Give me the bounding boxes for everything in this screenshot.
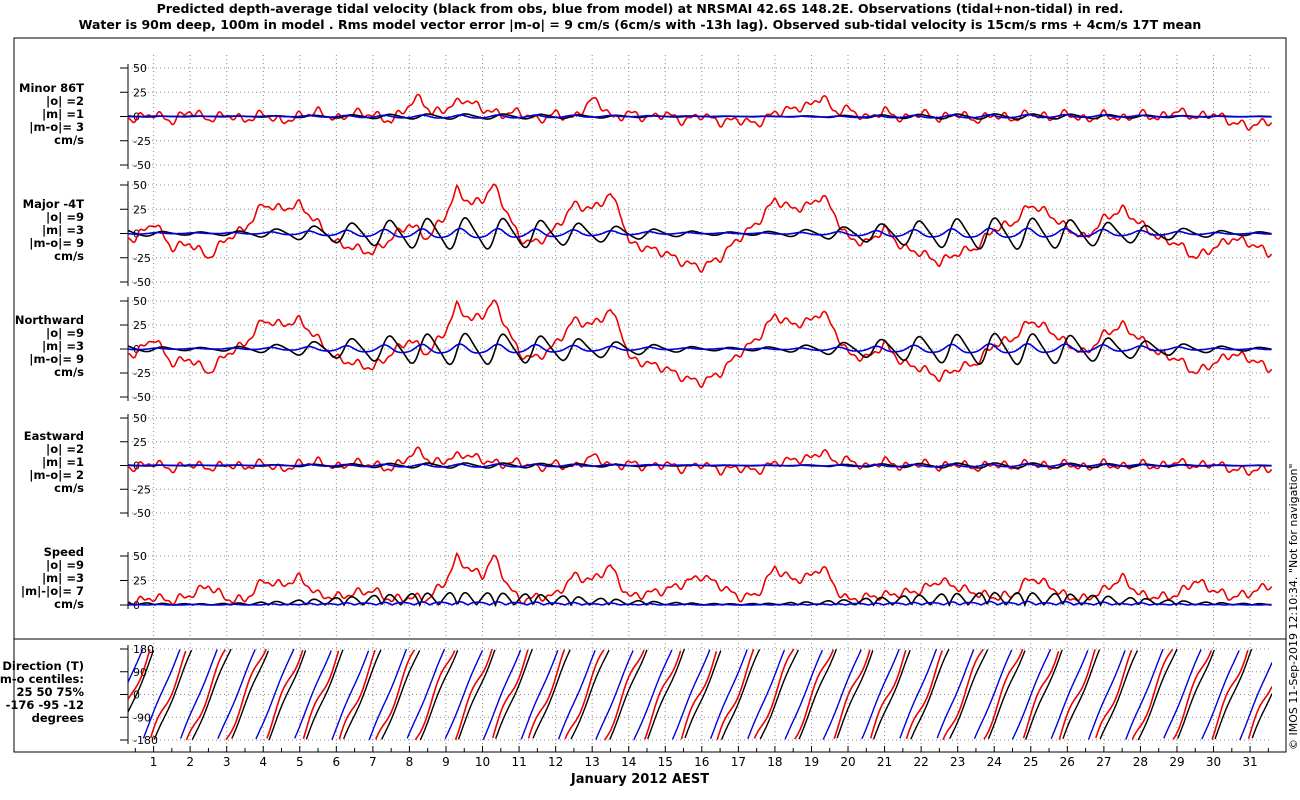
- x-tick-label-21: 21: [877, 755, 892, 769]
- eastward-y-tick-label-25: 25: [133, 436, 147, 449]
- x-tick-label-20: 20: [840, 755, 855, 769]
- minor-label-line-4: cm/s: [54, 133, 84, 147]
- speed-y-tick-label-50: 50: [133, 550, 147, 563]
- x-tick-label-11: 11: [511, 755, 526, 769]
- direction-label-line-2: 25 50 75%: [16, 685, 84, 699]
- x-tick-label-12: 12: [548, 755, 563, 769]
- northward-y-tick-label--25: -25: [133, 367, 151, 380]
- speed-label-line-4: cm/s: [54, 597, 84, 611]
- eastward-label-line-0: Eastward: [24, 429, 84, 443]
- major-y-tick-label--50: -50: [133, 276, 151, 289]
- speed-label-line-2: |m| =3: [42, 571, 84, 585]
- x-tick-label-6: 6: [333, 755, 341, 769]
- speed-label-line-0: Speed: [44, 545, 84, 559]
- major-label-line-2: |m| =3: [42, 223, 84, 237]
- x-tick-label-13: 13: [585, 755, 600, 769]
- panel-direction: 180900-90-180Direction (T)m-o centiles:2…: [0, 643, 1272, 747]
- major-label-line-0: Major -4T: [23, 197, 84, 211]
- x-tick-label-18: 18: [767, 755, 782, 769]
- x-tick-label-19: 19: [804, 755, 819, 769]
- major-observed-line: [127, 183, 1273, 274]
- x-tick-label-15: 15: [658, 755, 673, 769]
- speed-label-line-1: |o| =9: [46, 558, 84, 572]
- plot-frame: [13, 37, 1287, 753]
- x-tick-label-8: 8: [406, 755, 414, 769]
- major-y-tick-label--25: -25: [133, 252, 151, 265]
- title-line-1: Predicted depth-average tidal velocity (…: [157, 1, 1124, 16]
- x-tick-label-27: 27: [1096, 755, 1111, 769]
- eastward-y-tick-label--25: -25: [133, 483, 151, 496]
- panel-eastward: 50250-25-50Eastward|o| =2|m| =1|m-o|= 2c…: [24, 412, 1273, 520]
- x-axis-label: January 2012 AEST: [570, 772, 709, 787]
- speed-y-tick-label-25: 25: [133, 575, 147, 588]
- panel-speed: 50250Speed|o| =9|m| =3|m|-|o|= 7cm/s: [21, 545, 1273, 612]
- direction-label-line-0: Direction (T): [2, 659, 84, 673]
- minor-label-line-2: |m| =1: [42, 107, 84, 121]
- panels: 50250-25-50Minor 86T|o| =2|m| =1|m-o|= 3…: [0, 62, 1273, 747]
- eastward-label-line-3: |m-o|= 2: [29, 468, 84, 482]
- direction-label-line-4: degrees: [32, 711, 85, 725]
- x-tick-label-23: 23: [950, 755, 965, 769]
- direction-y-tick-label-180: 180: [133, 643, 154, 656]
- x-tick-label-16: 16: [694, 755, 709, 769]
- x-tick-label-14: 14: [621, 755, 636, 769]
- panel-major: 50250-25-50Major -4T|o| =9|m| =3|m-o|= 9…: [23, 179, 1273, 289]
- eastward-y-tick-label--50: -50: [133, 507, 151, 520]
- major-label-line-4: cm/s: [54, 249, 84, 263]
- major-y-tick-label-25: 25: [133, 203, 147, 216]
- northward-y-tick-label-50: 50: [133, 295, 147, 308]
- tidal-velocity-chart: Predicted depth-average tidal velocity (…: [0, 1, 1300, 787]
- x-tick-label-29: 29: [1169, 755, 1184, 769]
- minor-y-tick-label--25: -25: [133, 135, 151, 148]
- direction-label-line-3: -176 -95 -12: [6, 698, 84, 712]
- northward-y-tick-label-25: 25: [133, 319, 147, 332]
- x-tick-label-22: 22: [913, 755, 928, 769]
- speed-label-line-3: |m|-|o|= 7: [21, 584, 84, 598]
- grid-lines: [153, 55, 1251, 750]
- minor-label-line-1: |o| =2: [46, 94, 84, 108]
- minor-y-tick-label--50: -50: [133, 159, 151, 172]
- panel-northward: 50250-25-50Northward|o| =9|m| =3|m-o|= 9…: [15, 295, 1273, 404]
- northward-label-line-0: Northward: [15, 313, 84, 327]
- major-y-tick-label-50: 50: [133, 179, 147, 192]
- x-tick-label-31: 31: [1242, 755, 1257, 769]
- x-tick-label-25: 25: [1023, 755, 1038, 769]
- direction-y-tick-label--180: -180: [133, 734, 158, 747]
- x-tick-label-17: 17: [731, 755, 746, 769]
- copyright-note: © IMOS 11-Sep-2019 12:10:34. "Not for na…: [1287, 463, 1300, 750]
- major-label-line-3: |m-o|= 9: [29, 236, 84, 250]
- x-tick-label-9: 9: [442, 755, 450, 769]
- x-tick-label-1: 1: [150, 755, 158, 769]
- eastward-label-line-2: |m| =1: [42, 455, 84, 469]
- x-tick-label-5: 5: [296, 755, 304, 769]
- x-tick-label-26: 26: [1060, 755, 1075, 769]
- x-tick-label-10: 10: [475, 755, 490, 769]
- eastward-label-line-1: |o| =2: [46, 442, 84, 456]
- minor-y-tick-label-25: 25: [133, 86, 147, 99]
- minor-label-line-0: Minor 86T: [19, 81, 84, 95]
- x-tick-label-4: 4: [259, 755, 267, 769]
- minor-label-line-3: |m-o|= 3: [29, 120, 84, 134]
- direction-y-tick-label--90: -90: [133, 711, 151, 724]
- eastward-y-tick-label-50: 50: [133, 412, 147, 425]
- x-tick-label-3: 3: [223, 755, 231, 769]
- northward-y-tick-label--50: -50: [133, 391, 151, 404]
- direction-label-line-1: m-o centiles:: [0, 672, 84, 686]
- x-tick-label-2: 2: [186, 755, 194, 769]
- x-tick-label-28: 28: [1133, 755, 1148, 769]
- x-tick-label-24: 24: [987, 755, 1002, 769]
- northward-label-line-3: |m-o|= 9: [29, 352, 84, 366]
- northward-label-line-4: cm/s: [54, 365, 84, 379]
- northward-label-line-1: |o| =9: [46, 326, 84, 340]
- x-axis: 1 2 3 4 5 6 7 8 9 10 11 12 13 14 15 16 17 18 19 20 21 22 23 24 2…: [134, 746, 1269, 769]
- minor-y-tick-label-50: 50: [133, 62, 147, 75]
- northward-label-line-2: |m| =3: [42, 339, 84, 353]
- eastward-label-line-4: cm/s: [54, 481, 84, 495]
- title-line-2: Water is 90m deep, 100m in model . Rms m…: [79, 17, 1202, 32]
- x-tick-label-7: 7: [369, 755, 377, 769]
- major-label-line-1: |o| =9: [46, 210, 84, 224]
- x-tick-label-30: 30: [1206, 755, 1221, 769]
- panel-minor: 50250-25-50Minor 86T|o| =2|m| =1|m-o|= 3…: [19, 62, 1273, 172]
